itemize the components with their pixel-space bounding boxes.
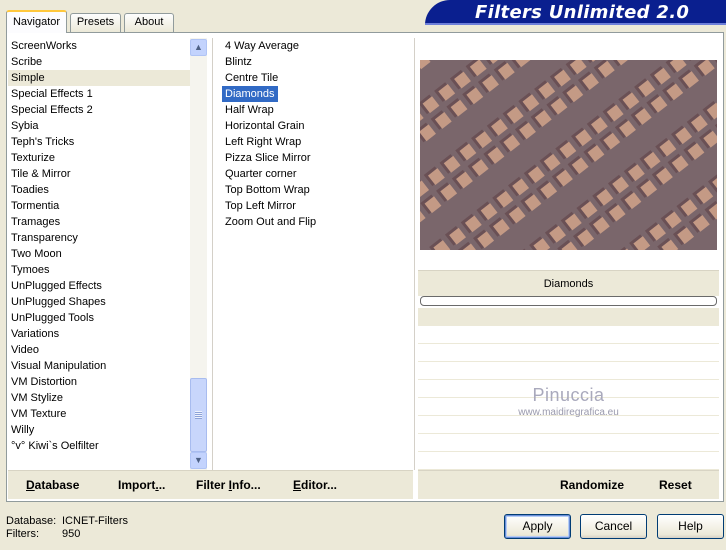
left-button-bar: Database Import... Filter Info... Editor… bbox=[8, 470, 413, 499]
filter-row: Pizza Slice Mirror bbox=[222, 150, 412, 166]
slider-row bbox=[418, 344, 719, 362]
watermark-url: www.maidiregrafica.eu bbox=[518, 407, 619, 418]
filter-item[interactable]: Top Bottom Wrap bbox=[222, 182, 313, 198]
reset-button[interactable]: Reset bbox=[659, 471, 692, 500]
category-scrollbar[interactable]: ▲ ▼ bbox=[190, 38, 207, 470]
category-item[interactable]: UnPlugged Tools bbox=[8, 310, 190, 326]
tab-navigator[interactable]: Navigator bbox=[6, 10, 67, 33]
import-button[interactable]: Import... bbox=[118, 471, 165, 500]
filter-row: Half Wrap bbox=[222, 102, 412, 118]
filter-row: Horizontal Grain bbox=[222, 118, 412, 134]
category-item[interactable]: Sybia bbox=[8, 118, 190, 134]
filter-item[interactable]: Blintz bbox=[222, 54, 255, 70]
chevron-down-icon[interactable]: ▼ bbox=[190, 452, 207, 469]
help-button[interactable]: Help bbox=[657, 514, 724, 539]
category-item[interactable]: VM Stylize bbox=[8, 390, 190, 406]
category-item[interactable]: Texturize bbox=[8, 150, 190, 166]
chevron-up-icon[interactable]: ▲ bbox=[190, 39, 207, 56]
preview-canvas bbox=[420, 60, 717, 250]
category-item[interactable]: VM Distortion bbox=[8, 374, 190, 390]
slider-row bbox=[418, 434, 719, 452]
category-item[interactable]: Tormentia bbox=[8, 198, 190, 214]
watermark-name: Pinuccia bbox=[532, 385, 605, 405]
filter-item[interactable]: Left Right Wrap bbox=[222, 134, 304, 150]
filter-row: Quarter corner bbox=[222, 166, 412, 182]
slider-row bbox=[418, 416, 719, 434]
editor-button[interactable]: Editor... bbox=[293, 471, 337, 500]
database-value: ICNET-Filters bbox=[62, 515, 128, 527]
right-button-bar: Randomize Reset bbox=[418, 470, 719, 499]
grip-icon bbox=[195, 411, 202, 419]
filter-item[interactable]: Top Left Mirror bbox=[222, 198, 299, 214]
category-item[interactable]: Tymoes bbox=[8, 262, 190, 278]
progress-bar bbox=[420, 296, 717, 306]
filter-row: Blintz bbox=[222, 54, 412, 70]
slider-row bbox=[418, 362, 719, 380]
category-item[interactable]: °v° Kiwi`s Oelfilter bbox=[8, 438, 190, 454]
divider bbox=[414, 38, 415, 470]
filter-row: 4 Way Average bbox=[222, 38, 412, 54]
sliders-header bbox=[418, 308, 719, 326]
category-item[interactable]: Tramages bbox=[8, 214, 190, 230]
filters-value: 950 bbox=[62, 528, 81, 540]
cancel-button[interactable]: Cancel bbox=[580, 514, 647, 539]
category-item[interactable]: UnPlugged Effects bbox=[8, 278, 190, 294]
randomize-button[interactable]: Randomize bbox=[560, 471, 624, 500]
filter-item[interactable]: Diamonds bbox=[222, 86, 278, 102]
category-item[interactable]: Two Moon bbox=[8, 246, 190, 262]
filter-item[interactable]: 4 Way Average bbox=[222, 38, 302, 54]
category-list[interactable]: ScreenWorks Scribe Simple Special Effects 1… bbox=[8, 38, 190, 470]
database-button[interactable]: Database bbox=[26, 471, 79, 500]
divider bbox=[212, 38, 213, 470]
category-item[interactable]: Special Effects 2 bbox=[8, 102, 190, 118]
category-item[interactable]: UnPlugged Shapes bbox=[8, 294, 190, 310]
apply-button[interactable]: Apply bbox=[504, 514, 571, 539]
filter-row: Top Left Mirror bbox=[222, 198, 412, 214]
category-item[interactable]: VM Texture bbox=[8, 406, 190, 422]
filter-info-button[interactable]: Filter Info... bbox=[196, 471, 261, 500]
database-label: Database: bbox=[6, 515, 57, 527]
filter-row: Left Right Wrap bbox=[222, 134, 412, 150]
tab-about[interactable]: About bbox=[124, 13, 174, 32]
preview-filter-name: Diamonds bbox=[418, 270, 719, 296]
tab-presets[interactable]: Presets bbox=[70, 13, 121, 32]
category-item[interactable]: Transparency bbox=[8, 230, 190, 246]
category-item[interactable]: Teph's Tricks bbox=[8, 134, 190, 150]
filter-row: Centre Tile bbox=[222, 70, 412, 86]
filter-item[interactable]: Horizontal Grain bbox=[222, 118, 307, 134]
category-item[interactable]: Scribe bbox=[8, 54, 190, 70]
filters-label: Filters: bbox=[6, 528, 39, 540]
filter-row: Top Bottom Wrap bbox=[222, 182, 412, 198]
filter-list[interactable]: 4 Way Average Blintz Centre Tile Diamonds Ha… bbox=[222, 38, 412, 470]
slider-row bbox=[418, 452, 719, 470]
filter-item[interactable]: Centre Tile bbox=[222, 70, 281, 86]
preview-image bbox=[420, 60, 717, 250]
filter-item[interactable]: Quarter corner bbox=[222, 166, 300, 182]
category-item[interactable]: Special Effects 1 bbox=[8, 86, 190, 102]
category-item[interactable]: Simple bbox=[8, 70, 190, 86]
filter-row: Diamonds bbox=[222, 86, 412, 102]
category-item[interactable]: Tile & Mirror bbox=[8, 166, 190, 182]
category-item[interactable]: Toadies bbox=[8, 182, 190, 198]
category-item[interactable]: Willy bbox=[8, 422, 190, 438]
category-item[interactable]: Video bbox=[8, 342, 190, 358]
category-item[interactable]: Visual Manipulation bbox=[8, 358, 190, 374]
filter-row: Zoom Out and Flip bbox=[222, 214, 412, 230]
scroll-thumb[interactable] bbox=[190, 378, 207, 452]
filter-item[interactable]: Pizza Slice Mirror bbox=[222, 150, 314, 166]
filter-item[interactable]: Zoom Out and Flip bbox=[222, 214, 319, 230]
category-item[interactable]: ScreenWorks bbox=[8, 38, 190, 54]
window-title: Filters Unlimited 2.0 bbox=[475, 2, 690, 23]
slider-row bbox=[418, 326, 719, 344]
category-item[interactable]: Variations bbox=[8, 326, 190, 342]
filter-item[interactable]: Half Wrap bbox=[222, 102, 277, 118]
